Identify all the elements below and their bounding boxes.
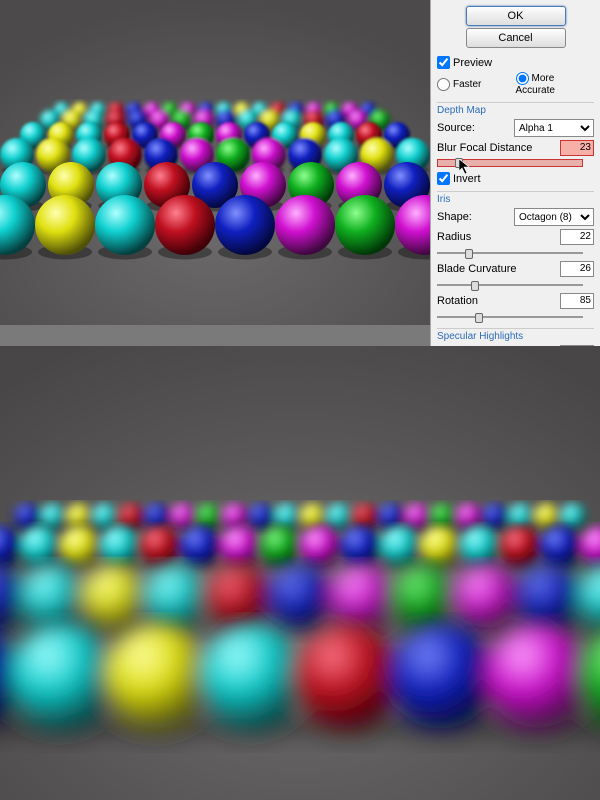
- cancel-button[interactable]: Cancel: [466, 28, 566, 48]
- invert-checkbox[interactable]: [437, 172, 450, 185]
- shape-label: Shape:: [437, 211, 472, 223]
- preview-footer-bar: [0, 325, 430, 346]
- blur-focal-distance-slider[interactable]: [437, 159, 583, 169]
- preview-image: (function(){ var cols=['green','magenta'…: [0, 0, 430, 325]
- source-select[interactable]: Alpha 1: [514, 119, 594, 137]
- rotation-value[interactable]: 85: [560, 293, 594, 309]
- shape-select[interactable]: Octagon (8): [514, 208, 594, 226]
- result-image: (function(){ var cols=['green','magenta'…: [0, 346, 600, 800]
- rotation-slider[interactable]: [437, 312, 583, 322]
- blade-curvature-value[interactable]: 26: [560, 261, 594, 277]
- iris-group: Iris: [437, 191, 594, 205]
- source-label: Source:: [437, 122, 475, 134]
- preview-checkbox[interactable]: [437, 56, 450, 69]
- more-accurate-radio[interactable]: [516, 72, 529, 85]
- blur-focal-distance-label: Blur Focal Distance: [437, 142, 532, 154]
- faster-label: Faster: [453, 79, 481, 90]
- radius-slider[interactable]: [437, 248, 583, 258]
- radius-label: Radius: [437, 231, 471, 243]
- preview-checkbox-label: Preview: [453, 57, 492, 69]
- blade-curvature-label: Blade Curvature: [437, 263, 517, 275]
- blur-focal-distance-value[interactable]: 23: [560, 140, 594, 156]
- invert-label: Invert: [453, 173, 481, 185]
- lens-blur-panel: OK Cancel Preview Faster More Accurate D…: [430, 0, 600, 346]
- faster-radio[interactable]: [437, 78, 450, 91]
- radius-value[interactable]: 22: [560, 229, 594, 245]
- ok-button[interactable]: OK: [466, 6, 566, 26]
- blade-curvature-slider[interactable]: [437, 280, 583, 290]
- specular-group: Specular Highlights: [437, 328, 594, 342]
- rotation-label: Rotation: [437, 295, 478, 307]
- depth-map-group: Depth Map: [437, 102, 594, 116]
